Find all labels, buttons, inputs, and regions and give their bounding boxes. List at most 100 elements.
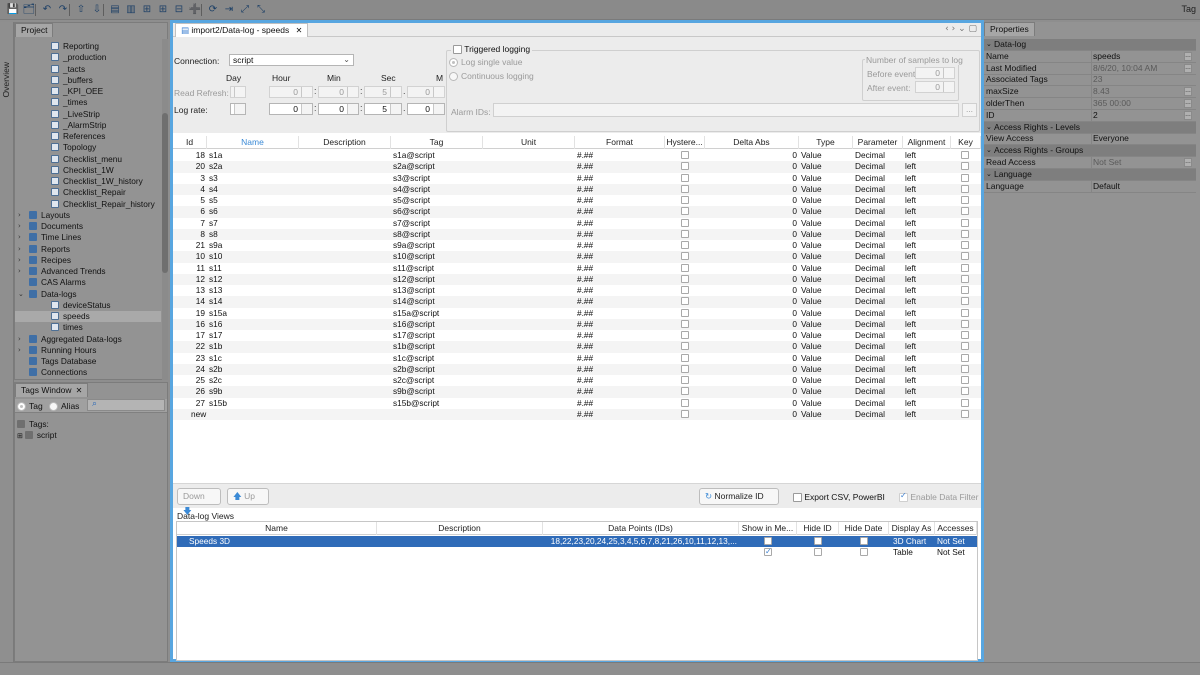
hysteresis-checkbox[interactable]	[681, 364, 689, 373]
project-tree-item[interactable]: speeds	[15, 311, 161, 322]
views-cell[interactable]: Speeds 3D	[189, 536, 369, 547]
table-cell[interactable]: s1a@script	[393, 150, 481, 161]
table-cell[interactable]: s16@script	[393, 319, 481, 330]
project-tree-item[interactable]: _buffers	[15, 75, 161, 86]
table-cell[interactable]: Value	[801, 319, 851, 330]
collapse-icon[interactable]: ⤡	[254, 3, 268, 17]
overview-tab[interactable]: Overview	[1, 62, 11, 97]
table-cell[interactable]: #.##	[577, 285, 663, 296]
views-cell[interactable]	[379, 547, 541, 558]
login-icon[interactable]: ⇥	[222, 3, 236, 17]
tag-radio-button[interactable]	[17, 402, 26, 412]
table-cell[interactable]: s8	[209, 229, 297, 240]
undo-icon[interactable]: ↶	[40, 3, 54, 17]
table-row[interactable]: 11 s11 s11@script #.## 0 Value Decimal left	[173, 263, 981, 274]
property-value[interactable]: speeds	[1093, 51, 1120, 62]
table-row[interactable]: 3 s3 s3@script #.## 0 Value Decimal left	[173, 173, 981, 184]
table-cell[interactable]: 20	[175, 161, 205, 172]
project-tree-item[interactable]: times	[15, 322, 161, 333]
table-cell[interactable]: #.##	[577, 229, 663, 240]
table-cell[interactable]: #.##	[577, 218, 663, 229]
property-value[interactable]: Everyone	[1093, 133, 1129, 144]
table-row[interactable]: 13 s13 s13@script #.## 0 Value Decimal left	[173, 285, 981, 296]
property-row[interactable]: Last Modified 8/6/20, 10:04 AM…	[984, 62, 1196, 75]
triggered-logging-checkbox[interactable]: Triggered logging	[451, 44, 533, 55]
table-row[interactable]: 26 s9b s9b@script #.## 0 Value Decimal left	[173, 386, 981, 398]
property-row[interactable]: Language Default	[984, 180, 1196, 193]
property-edit-button[interactable]: …	[1184, 99, 1192, 108]
table-cell[interactable]: #.##	[577, 161, 663, 172]
document-tab[interactable]: ▤ import2/Data-log - speeds ✕	[175, 23, 309, 37]
table-cell[interactable]: 0	[707, 263, 797, 274]
hysteresis-checkbox[interactable]	[681, 286, 689, 294]
table-cell[interactable]: left	[905, 341, 949, 352]
table-cell[interactable]: 0	[707, 330, 797, 341]
chevron-left-icon[interactable]: ‹	[945, 24, 949, 34]
key-checkbox[interactable]	[961, 218, 969, 227]
table-cell[interactable]: Value	[801, 353, 851, 364]
property-row[interactable]: ID 2…	[984, 109, 1196, 122]
table-cell[interactable]: s1b@script	[393, 341, 481, 352]
table-cell[interactable]: s6	[209, 206, 297, 217]
table-cell[interactable]: s12@script	[393, 274, 481, 285]
table-cell[interactable]: Decimal	[855, 240, 901, 251]
tree-arrow-icon[interactable]: ›	[18, 232, 21, 243]
tree-arrow-icon[interactable]: ›	[18, 221, 21, 232]
table-cell[interactable]: 8	[175, 229, 205, 240]
hysteresis-checkbox[interactable]	[681, 207, 689, 216]
table-cell[interactable]: 0	[707, 251, 797, 262]
property-section[interactable]: ⌄ Access Rights - Groups	[984, 145, 1196, 158]
table-cell[interactable]: Decimal	[855, 319, 901, 330]
property-value[interactable]: Default	[1093, 181, 1120, 192]
table-cell[interactable]: Decimal	[855, 308, 901, 319]
refresh-icon[interactable]: ⟳	[206, 3, 220, 17]
table-cell[interactable]: left	[905, 375, 949, 386]
new-icon[interactable]: ⊞	[140, 3, 154, 17]
table-cell[interactable]: Value	[801, 206, 851, 217]
table-cell[interactable]: Value	[801, 229, 851, 240]
table-cell[interactable]: #.##	[577, 251, 663, 262]
views-cell[interactable]	[543, 547, 737, 558]
project-tree-item[interactable]: › Documents	[15, 221, 161, 232]
table-cell[interactable]: s1c@script	[393, 353, 481, 364]
table-cell[interactable]: 0	[707, 398, 797, 409]
hysteresis-checkbox[interactable]	[681, 409, 689, 418]
table-row[interactable]: 18 s1a s1a@script #.## 0 Value Decimal left	[173, 150, 981, 161]
up-button[interactable]: 🡅 Up	[227, 488, 269, 505]
chevron-right-icon[interactable]: ›	[952, 24, 956, 34]
normalize-id-button[interactable]: ↻ Normalize ID	[699, 488, 779, 505]
table-cell[interactable]: #.##	[577, 195, 663, 206]
chevron-down-icon[interactable]: ⌄	[958, 24, 966, 34]
table-row[interactable]: 12 s12 s12@script #.## 0 Value Decimal left	[173, 273, 981, 285]
grid-header-format[interactable]: Format	[575, 136, 665, 149]
table-row[interactable]: 16 s16 s16@script #.## 0 Value Decimal left	[173, 318, 981, 330]
export-csv-check[interactable]	[793, 493, 802, 503]
new-icon[interactable]: ⊞	[156, 3, 170, 17]
table-row[interactable]: 5 s5 s5@script #.## 0 Value Decimal left	[173, 195, 981, 206]
hysteresis-checkbox[interactable]	[681, 151, 689, 159]
table-cell[interactable]: left	[905, 330, 949, 341]
table-cell[interactable]: 18	[175, 150, 205, 161]
views-header-datapointsids[interactable]: Data Points (IDs)	[543, 522, 739, 535]
key-checkbox[interactable]	[961, 342, 969, 351]
property-row[interactable]: Name speeds…	[984, 50, 1196, 63]
table-cell[interactable]: #.##	[577, 364, 663, 375]
table-cell[interactable]: left	[905, 240, 949, 251]
table-cell[interactable]: s2a@script	[393, 161, 481, 172]
hysteresis-checkbox[interactable]	[681, 319, 689, 328]
grid-header-type[interactable]: Type	[799, 136, 853, 149]
views-header-displayas[interactable]: Display As	[889, 522, 935, 535]
table-cell[interactable]: left	[905, 308, 949, 319]
table-row[interactable]: 20 s2a s2a@script #.## 0 Value Decimal left	[173, 161, 981, 173]
table-cell[interactable]: 0	[707, 150, 797, 161]
table-cell[interactable]: 0	[707, 184, 797, 195]
table-cell[interactable]: #.##	[577, 240, 663, 251]
table-cell[interactable]: Value	[801, 240, 851, 251]
table-cell[interactable]: s1a	[209, 150, 297, 161]
grid-header-tag[interactable]: Tag	[391, 136, 483, 149]
table-cell[interactable]: Decimal	[855, 195, 901, 206]
tags-panel-label[interactable]: Tag	[1181, 4, 1196, 14]
table-cell[interactable]: 0	[707, 375, 797, 386]
tree-arrow-icon[interactable]: ⌄	[18, 289, 24, 300]
property-value[interactable]: 8.43	[1093, 86, 1110, 97]
